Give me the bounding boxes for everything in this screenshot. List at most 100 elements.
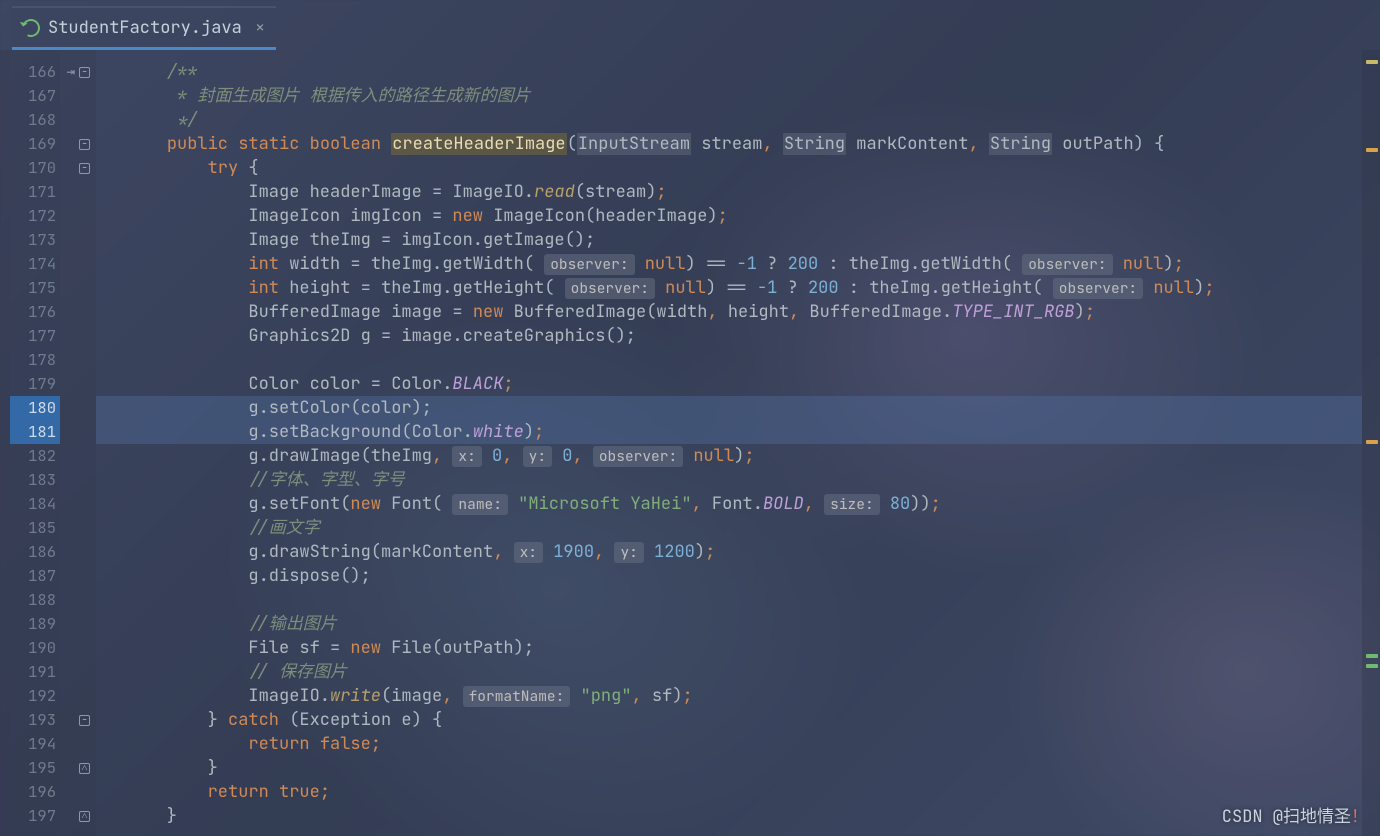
line-number[interactable]: 172 xyxy=(10,204,60,228)
fold-cell[interactable] xyxy=(60,612,96,636)
line-number[interactable]: 194 xyxy=(10,732,60,756)
line-number[interactable]: 191 xyxy=(10,660,60,684)
line-number[interactable]: 190 xyxy=(10,636,60,660)
code-area[interactable]: /** * 封面生成图片 根据传入的路径生成新的图片 */ public sta… xyxy=(96,50,1362,836)
code-line[interactable]: try { xyxy=(96,156,1362,180)
code-line[interactable]: File sf = new File(outPath); xyxy=(96,636,1362,660)
code-line[interactable]: ImageIO.write(image, formatName: "png", … xyxy=(96,684,1362,708)
code-line[interactable]: BufferedImage image = new BufferedImage(… xyxy=(96,300,1362,324)
fold-cell[interactable]: − xyxy=(60,708,96,732)
minimap-marker[interactable] xyxy=(1366,654,1378,658)
code-line[interactable]: Image headerImage = ImageIO.read(stream)… xyxy=(96,180,1362,204)
fold-cell[interactable] xyxy=(60,588,96,612)
code-line[interactable]: int width = theImg.getWidth( observer: n… xyxy=(96,252,1362,276)
minimap-marker[interactable] xyxy=(1366,148,1378,152)
fold-cell[interactable] xyxy=(60,228,96,252)
minimap-marker[interactable] xyxy=(1366,664,1378,668)
line-number[interactable]: 171 xyxy=(10,180,60,204)
code-line[interactable]: public static boolean createHeaderImage(… xyxy=(96,132,1362,156)
code-line[interactable]: * 封面生成图片 根据传入的路径生成新的图片 xyxy=(96,84,1362,108)
fold-cell[interactable] xyxy=(60,300,96,324)
fold-cell[interactable] xyxy=(60,252,96,276)
code-line[interactable]: */ xyxy=(96,108,1362,132)
line-number[interactable]: 175 xyxy=(10,276,60,300)
fold-cell[interactable]: − xyxy=(60,156,96,180)
code-line[interactable]: Graphics2D g = image.createGraphics(); xyxy=(96,324,1362,348)
fold-gutter[interactable]: ⇥−−−−˄˄ xyxy=(60,50,96,836)
line-number[interactable]: 192 xyxy=(10,684,60,708)
line-number[interactable]: 188 xyxy=(10,588,60,612)
code-editor[interactable]: 1661671681691701711721731741751761771781… xyxy=(0,50,1380,836)
line-number[interactable]: 187 xyxy=(10,564,60,588)
fold-cell[interactable] xyxy=(60,348,96,372)
fold-cell[interactable] xyxy=(60,732,96,756)
code-line[interactable]: int height = theImg.getHeight( observer:… xyxy=(96,276,1362,300)
line-number[interactable]: 169 xyxy=(10,132,60,156)
code-line[interactable]: Color color = Color.BLACK; xyxy=(96,372,1362,396)
fold-cell[interactable] xyxy=(60,564,96,588)
line-number[interactable]: 166 xyxy=(10,60,60,84)
fold-collapse-icon[interactable]: − xyxy=(79,67,90,78)
fold-cell[interactable]: ⇥− xyxy=(60,60,96,84)
code-line[interactable]: ImageIcon imgIcon = new ImageIcon(header… xyxy=(96,204,1362,228)
line-number[interactable]: 183 xyxy=(10,468,60,492)
fold-cell[interactable] xyxy=(60,684,96,708)
line-number[interactable]: 182 xyxy=(10,444,60,468)
fold-cell[interactable] xyxy=(60,420,96,444)
line-number[interactable]: 170 xyxy=(10,156,60,180)
fold-cell[interactable] xyxy=(60,84,96,108)
minimap-marker[interactable] xyxy=(1366,60,1378,64)
code-line[interactable]: g.setBackground(Color.white); xyxy=(96,420,1362,444)
line-number[interactable]: 176 xyxy=(10,300,60,324)
code-line[interactable]: /** xyxy=(96,60,1362,84)
code-line[interactable]: g.setFont(new Font( name: "Microsoft YaH… xyxy=(96,492,1362,516)
code-line[interactable]: g.drawImage(theImg, x: 0, y: 0, observer… xyxy=(96,444,1362,468)
fold-cell[interactable] xyxy=(60,276,96,300)
line-number[interactable]: 189 xyxy=(10,612,60,636)
line-number[interactable]: 181 xyxy=(10,420,60,444)
fold-cell[interactable]: ˄ xyxy=(60,804,96,828)
code-line[interactable]: g.dispose(); xyxy=(96,564,1362,588)
line-number[interactable]: 167 xyxy=(10,84,60,108)
fold-cell[interactable] xyxy=(60,492,96,516)
fold-cell[interactable] xyxy=(60,516,96,540)
fold-cell[interactable] xyxy=(60,396,96,420)
code-line[interactable]: } catch (Exception e) { xyxy=(96,708,1362,732)
fold-cell[interactable] xyxy=(60,180,96,204)
code-line[interactable] xyxy=(96,348,1362,372)
fold-cell[interactable] xyxy=(60,660,96,684)
line-number[interactable]: 178 xyxy=(10,348,60,372)
code-line[interactable]: Image theImg = imgIcon.getImage(); xyxy=(96,228,1362,252)
line-number[interactable]: 179 xyxy=(10,372,60,396)
line-number[interactable]: 186 xyxy=(10,540,60,564)
line-number[interactable]: 180 xyxy=(10,396,60,420)
fold-cell[interactable] xyxy=(60,108,96,132)
minimap-marker[interactable] xyxy=(1366,440,1378,444)
fold-cell[interactable] xyxy=(60,204,96,228)
fold-cell[interactable] xyxy=(60,540,96,564)
line-number[interactable]: 196 xyxy=(10,780,60,804)
close-tab-icon[interactable]: ✕ xyxy=(250,17,270,39)
line-number[interactable]: 173 xyxy=(10,228,60,252)
fold-cell[interactable] xyxy=(60,324,96,348)
fold-cell[interactable] xyxy=(60,444,96,468)
line-number[interactable]: 168 xyxy=(10,108,60,132)
line-number[interactable]: 174 xyxy=(10,252,60,276)
line-number[interactable]: 197 xyxy=(10,804,60,828)
code-line[interactable]: //输出图片 xyxy=(96,612,1362,636)
line-number[interactable]: 177 xyxy=(10,324,60,348)
fold-cell[interactable] xyxy=(60,468,96,492)
code-line[interactable]: //字体、字型、字号 xyxy=(96,468,1362,492)
line-number[interactable]: 184 xyxy=(10,492,60,516)
fold-collapse-icon[interactable]: − xyxy=(79,163,90,174)
fold-cell[interactable] xyxy=(60,780,96,804)
minimap-scrollbar[interactable] xyxy=(1362,50,1380,836)
fold-cell[interactable] xyxy=(60,372,96,396)
fold-cell[interactable]: ˄ xyxy=(60,756,96,780)
code-line[interactable]: g.setColor(color); xyxy=(96,396,1362,420)
file-tab-active[interactable]: StudentFactory.java ✕ xyxy=(12,6,276,50)
fold-cell[interactable]: − xyxy=(60,132,96,156)
fold-collapse-icon[interactable]: − xyxy=(79,139,90,150)
line-number[interactable]: 195 xyxy=(10,756,60,780)
fold-cell[interactable] xyxy=(60,636,96,660)
